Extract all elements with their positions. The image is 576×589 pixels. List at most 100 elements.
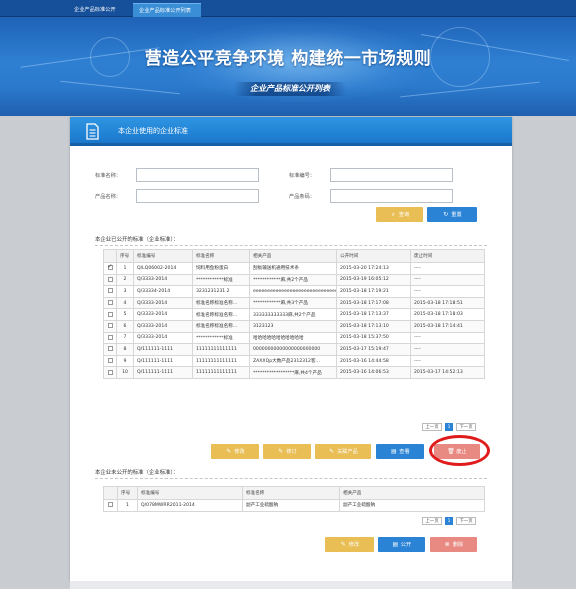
- standard-name-input[interactable]: [136, 168, 259, 182]
- edit-button[interactable]: ✎ 修改: [211, 444, 259, 459]
- table-header-row: 序号 标准编号 标准名称 相关产品: [103, 486, 485, 500]
- cell-no: 10: [116, 366, 134, 379]
- table-row[interactable]: 10 Q/111111-1111 11111111111111 ***********…: [103, 366, 485, 379]
- row-checkbox[interactable]: [107, 358, 113, 364]
- page-number-button[interactable]: 1: [445, 517, 453, 525]
- revise-button[interactable]: ✎ 修订: [263, 444, 311, 459]
- prev-page-button[interactable]: 上一页: [422, 423, 442, 431]
- table-row[interactable]: 4 Q/3333-2014 标准名称标准名称... ************麻,共3个…: [103, 296, 485, 310]
- cell-no: 8: [116, 343, 134, 356]
- product-code-input[interactable]: [330, 189, 453, 203]
- row-checkbox-cell[interactable]: [103, 499, 118, 512]
- column-header-name: 标准名称: [242, 486, 340, 500]
- product-name-input[interactable]: [136, 189, 259, 203]
- cell-name: 11111111111111: [192, 354, 250, 368]
- next-page-button[interactable]: 下一页: [456, 423, 476, 431]
- cell-name: 副产工业硫酸钠: [242, 499, 340, 512]
- row-checkbox-cell[interactable]: [103, 296, 117, 310]
- edit-button-label: 修改: [234, 449, 245, 455]
- cell-product: 333333333333麻,共2个产品: [249, 308, 337, 321]
- main-panel: 本企业使用的企业标准 标准名称： 标准编号： 产品名称： 产品条码： ⌕ 查询 ↻…: [70, 117, 512, 581]
- private-edit-button-label: 修改: [348, 542, 360, 548]
- private-edit-button[interactable]: ✎ 修改: [325, 537, 374, 552]
- cell-product: eeeeeeeeeeeeeeeeeeeeeeeeeeeeee: [249, 285, 337, 298]
- search-icon: ⌕: [391, 211, 395, 218]
- row-checkbox[interactable]: [107, 311, 113, 317]
- standard-name-label: 标准名称：: [95, 173, 121, 179]
- cell-no: 9: [116, 354, 134, 368]
- delete-button-label: 删除: [452, 542, 464, 548]
- row-checkbox[interactable]: [107, 288, 113, 294]
- view-button[interactable]: ▤ 查看: [376, 444, 424, 459]
- cell-name: 标准名称标准名称...: [192, 319, 250, 333]
- row-checkbox[interactable]: [107, 300, 113, 306]
- product-name-label: 产品名称：: [95, 194, 121, 200]
- row-checkbox-cell[interactable]: [103, 366, 117, 379]
- cell-code: Q/3333-2014: [133, 296, 193, 310]
- related-products-button[interactable]: ✎ 关联产品: [315, 444, 371, 459]
- row-checkbox[interactable]: [107, 346, 113, 352]
- table-row[interactable]: 5 Q/3333-2014 标准名称标准名称... 333333333333麻,共2个…: [103, 308, 485, 321]
- column-header-no: 序号: [116, 249, 134, 263]
- table-row[interactable]: 9 Q/111111-1111 11111111111111 ZAXXQp大数产品23…: [103, 354, 485, 368]
- publish-icon: ▤: [392, 541, 399, 548]
- cell-product: 副产工业硫酸钠: [339, 499, 485, 512]
- row-checkbox[interactable]: [107, 276, 113, 282]
- column-header: [103, 249, 117, 263]
- table-row[interactable]: 3 Q/33334-2014 3231231231 2 eeeeeeeeeeeeeee…: [103, 285, 485, 298]
- query-button-label: 查询: [398, 212, 410, 218]
- row-checkbox-cell[interactable]: [103, 331, 117, 345]
- row-checkbox-cell[interactable]: [103, 262, 117, 275]
- banner-subtitle: 企业产品标准公开列表: [234, 82, 346, 96]
- row-checkbox-cell[interactable]: [103, 308, 117, 321]
- cell-product: 哈哈哈哈哈哈哈哈哈哈哈: [249, 331, 337, 345]
- cell-public-time: 2015-03-17 15:19:47: [336, 343, 411, 356]
- prev-page-button[interactable]: 上一页: [422, 517, 442, 525]
- tab-standard-public[interactable]: 企业产品标准公开: [68, 3, 130, 17]
- top-nav: 企业产品标准公开 企业产品标准公开列表: [0, 0, 576, 17]
- page-number-button[interactable]: 1: [445, 423, 453, 431]
- row-checkbox[interactable]: [107, 263, 113, 271]
- delete-button[interactable]: ⊗ 删除: [430, 537, 477, 552]
- table-row[interactable]: 1Q/LQ06002-2014饲料用鱼粉蛋白刮板输送机通用技术条2015-03-…: [103, 262, 485, 275]
- public-section-title: 本企业已公开的标准（企业标准）：: [95, 237, 179, 243]
- row-checkbox[interactable]: [107, 334, 113, 340]
- row-checkbox[interactable]: [107, 369, 113, 375]
- cell-public-time: 2015-03-18 17:17:08: [336, 296, 411, 310]
- tab-standard-public-list[interactable]: 企业产品标准公开列表: [133, 3, 201, 17]
- cell-code: Q/078MWRR2011-2014: [137, 499, 243, 512]
- query-button[interactable]: ⌕ 查询: [376, 207, 423, 222]
- next-page-button[interactable]: 下一页: [456, 517, 476, 525]
- row-checkbox[interactable]: [107, 323, 113, 329]
- cell-code: Q/3333-2014: [133, 273, 193, 287]
- table-row[interactable]: 6 Q/3333-2014 标准名称标准名称... 3123123 2015-03-18…: [103, 319, 485, 333]
- reset-button[interactable]: ↻ 重置: [427, 207, 477, 222]
- cell-no: 5: [116, 308, 134, 321]
- table-row[interactable]: 7 Q/3333-2014 ************标准 哈哈哈哈哈哈哈哈哈哈哈 201…: [103, 331, 485, 345]
- table-row[interactable]: 8 Q/111111-1111 11111111111111 000000000000…: [103, 343, 485, 356]
- cell-public-time: 2015-03-18 17:13:37: [336, 308, 411, 321]
- cell-abolish-time: 2015-03-18 17:14:41: [410, 319, 485, 333]
- row-checkbox-cell[interactable]: [103, 285, 117, 298]
- row-checkbox-cell[interactable]: [103, 343, 117, 356]
- table-row[interactable]: 1 Q/078MWRR2011-2014 副产工业硫酸钠 副产工业硫酸钠: [103, 499, 485, 512]
- pencil-icon: ✎: [226, 448, 232, 455]
- row-checkbox[interactable]: [108, 502, 113, 508]
- table-header-row: 序号 标准编号 标准名称 相关产品 公开时间 废止时间: [103, 249, 485, 263]
- column-header-code: 标准编号: [133, 249, 193, 263]
- panel-bottom-strip: [70, 581, 512, 589]
- publish-button[interactable]: ▤ 公开: [378, 537, 425, 552]
- pencil-icon: ✎: [278, 448, 284, 455]
- standard-no-input[interactable]: [330, 168, 453, 182]
- row-checkbox-cell[interactable]: [103, 273, 117, 287]
- row-checkbox-cell[interactable]: [103, 319, 117, 333]
- cell-name: 3231231231 2: [192, 285, 250, 298]
- cell-product: ******************麻,共4个产品: [249, 366, 337, 379]
- cell-no: 7: [116, 331, 134, 345]
- cell-name: ************标准: [192, 331, 250, 345]
- refresh-icon: ↻: [443, 211, 449, 218]
- banner: 营造公平竞争环境 构建统一市场规则 企业产品标准公开列表: [0, 17, 576, 116]
- table-row[interactable]: 2 Q/3333-2014 ************标准 ************麻,…: [103, 273, 485, 287]
- cell-product: ************麻,共3个产品: [249, 296, 337, 310]
- row-checkbox-cell[interactable]: [103, 354, 117, 368]
